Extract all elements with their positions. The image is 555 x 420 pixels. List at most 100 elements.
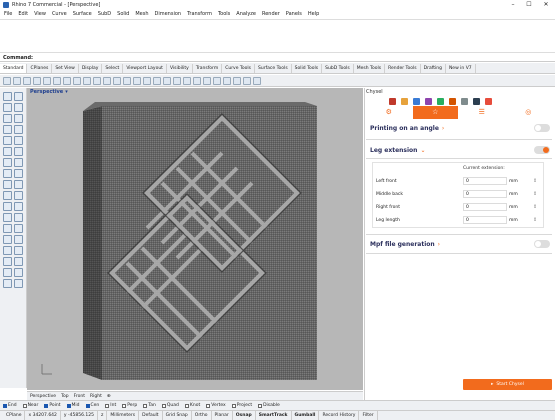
- menu-mesh[interactable]: Mesh: [135, 11, 148, 17]
- status-grid-snap[interactable]: Grid Snap: [163, 410, 192, 420]
- split-icon[interactable]: [3, 213, 12, 222]
- menu-analyze[interactable]: Analyze: [236, 11, 256, 17]
- array-icon[interactable]: [14, 257, 23, 266]
- point-icon[interactable]: [14, 92, 23, 101]
- tab-new-in-v7[interactable]: New in V7: [446, 63, 476, 73]
- mirror-icon[interactable]: [3, 257, 12, 266]
- menu-dimension[interactable]: Dimension: [155, 11, 182, 17]
- menu-solid[interactable]: Solid: [117, 11, 129, 17]
- boolean-union-icon[interactable]: [3, 191, 12, 200]
- select-arrow-icon[interactable]: [3, 92, 12, 101]
- osnap-mid[interactable]: Mid: [66, 403, 80, 408]
- tab-drafting[interactable]: Drafting: [421, 63, 446, 73]
- surface-icon[interactable]: [3, 147, 12, 156]
- osnap-disable[interactable]: Disable: [258, 403, 280, 408]
- tab-select[interactable]: Select: [102, 63, 124, 73]
- materials-tab-icon[interactable]: [437, 97, 444, 105]
- rectangle-icon[interactable]: [14, 125, 23, 134]
- zoom-extents-icon[interactable]: [123, 76, 131, 85]
- properties-icon[interactable]: [203, 76, 211, 85]
- viewport-tab-right[interactable]: Right: [90, 394, 102, 399]
- render-tab-icon[interactable]: [449, 97, 456, 105]
- tab-cplanes[interactable]: CPlanes: [27, 63, 53, 73]
- explode-icon[interactable]: [3, 224, 12, 233]
- render-icon[interactable]: [213, 76, 221, 85]
- status-smarttrack[interactable]: SmartTrack: [256, 410, 292, 420]
- circle-icon[interactable]: [3, 114, 12, 123]
- start-chysel-button[interactable]: ▸ Start Chysel: [463, 379, 552, 390]
- arc-icon[interactable]: [14, 114, 23, 123]
- sphere-icon[interactable]: [14, 169, 23, 178]
- extrude-icon[interactable]: [14, 147, 23, 156]
- viewport-menu-chevron-icon[interactable]: ▾: [65, 89, 68, 95]
- boolean-difference-icon[interactable]: [14, 191, 23, 200]
- chysel-tab-icon[interactable]: [485, 97, 492, 105]
- sweep-icon[interactable]: [14, 158, 23, 167]
- osnap-end[interactable]: End: [3, 403, 17, 408]
- pan-icon[interactable]: [93, 76, 101, 85]
- menu-help[interactable]: Help: [308, 11, 319, 17]
- zoom-window-icon[interactable]: [133, 76, 141, 85]
- open-file-icon[interactable]: [13, 76, 21, 85]
- polyline-icon[interactable]: [3, 103, 12, 112]
- osnap-int[interactable]: Int: [105, 403, 116, 408]
- layers-icon[interactable]: [163, 76, 171, 85]
- menu-transform[interactable]: Transform: [187, 11, 212, 17]
- tab-transform[interactable]: Transform: [193, 63, 223, 73]
- status-filter[interactable]: Filter: [359, 410, 378, 420]
- status-gumball[interactable]: Gumball: [292, 410, 320, 420]
- printing-angle-toggle[interactable]: [534, 124, 550, 132]
- osnap-perp[interactable]: Perp: [122, 403, 137, 408]
- osnap-project[interactable]: Project: [231, 403, 252, 408]
- mesh-icon[interactable]: [14, 180, 23, 189]
- zoom-selected-icon[interactable]: [143, 76, 151, 85]
- osnap-knot[interactable]: Knot: [184, 403, 200, 408]
- tab-standard[interactable]: Standard: [0, 63, 28, 73]
- spinner-icon[interactable]: ⇕: [533, 204, 537, 210]
- render-tools-icon[interactable]: [14, 279, 23, 288]
- hide-icon[interactable]: [183, 76, 191, 85]
- copy-icon[interactable]: [63, 76, 71, 85]
- display-mode-icon[interactable]: [223, 76, 231, 85]
- osnap-point[interactable]: Point: [44, 403, 61, 408]
- copy-object-icon[interactable]: [14, 235, 23, 244]
- minimize-icon[interactable]: –: [505, 0, 521, 9]
- rotate-icon[interactable]: [3, 246, 12, 255]
- print-icon[interactable]: [33, 76, 41, 85]
- paste-icon[interactable]: [73, 76, 81, 85]
- properties-tab-icon[interactable]: [389, 97, 396, 105]
- scale-icon[interactable]: [14, 246, 23, 255]
- undo-view-icon[interactable]: [153, 76, 161, 85]
- cut-icon[interactable]: [53, 76, 61, 85]
- viewport-tab-top[interactable]: Top: [61, 394, 69, 399]
- cylinder-icon[interactable]: [3, 180, 12, 189]
- tool-tab-target[interactable]: ◎: [506, 106, 552, 119]
- group-icon[interactable]: [14, 224, 23, 233]
- spinner-icon[interactable]: ⇕: [533, 217, 537, 223]
- status-record-history[interactable]: Record History: [319, 410, 360, 420]
- status-planar[interactable]: Planar: [212, 410, 233, 420]
- mpf-toggle[interactable]: [534, 240, 550, 248]
- join-icon[interactable]: [14, 213, 23, 222]
- import-icon[interactable]: [43, 76, 51, 85]
- tool-tab-favorites[interactable]: ☆: [412, 106, 459, 119]
- right-front-input[interactable]: 0: [463, 203, 507, 211]
- status-osnap[interactable]: Osnap: [233, 410, 256, 420]
- dimension-icon[interactable]: [3, 268, 12, 277]
- lights-icon[interactable]: [233, 76, 241, 85]
- analyze-icon[interactable]: [3, 279, 12, 288]
- tab-display[interactable]: Display: [79, 63, 103, 73]
- tab-subd-tools[interactable]: SubD Tools: [322, 63, 354, 73]
- tab-set-view[interactable]: Set View: [52, 63, 79, 73]
- undo-icon[interactable]: [83, 76, 91, 85]
- save-icon[interactable]: [23, 76, 31, 85]
- left-front-input[interactable]: 0: [463, 177, 507, 185]
- menu-panels[interactable]: Panels: [286, 11, 302, 17]
- tab-surface-tools[interactable]: Surface Tools: [255, 63, 292, 73]
- osnap-tan[interactable]: Tan: [143, 403, 156, 408]
- viewport-tab-front[interactable]: Front: [74, 394, 85, 399]
- tool-tab-layers[interactable]: ☰: [459, 106, 506, 119]
- tools-tab-icon[interactable]: [473, 97, 480, 105]
- options-icon[interactable]: [243, 76, 251, 85]
- leg-length-input[interactable]: 0: [463, 216, 507, 224]
